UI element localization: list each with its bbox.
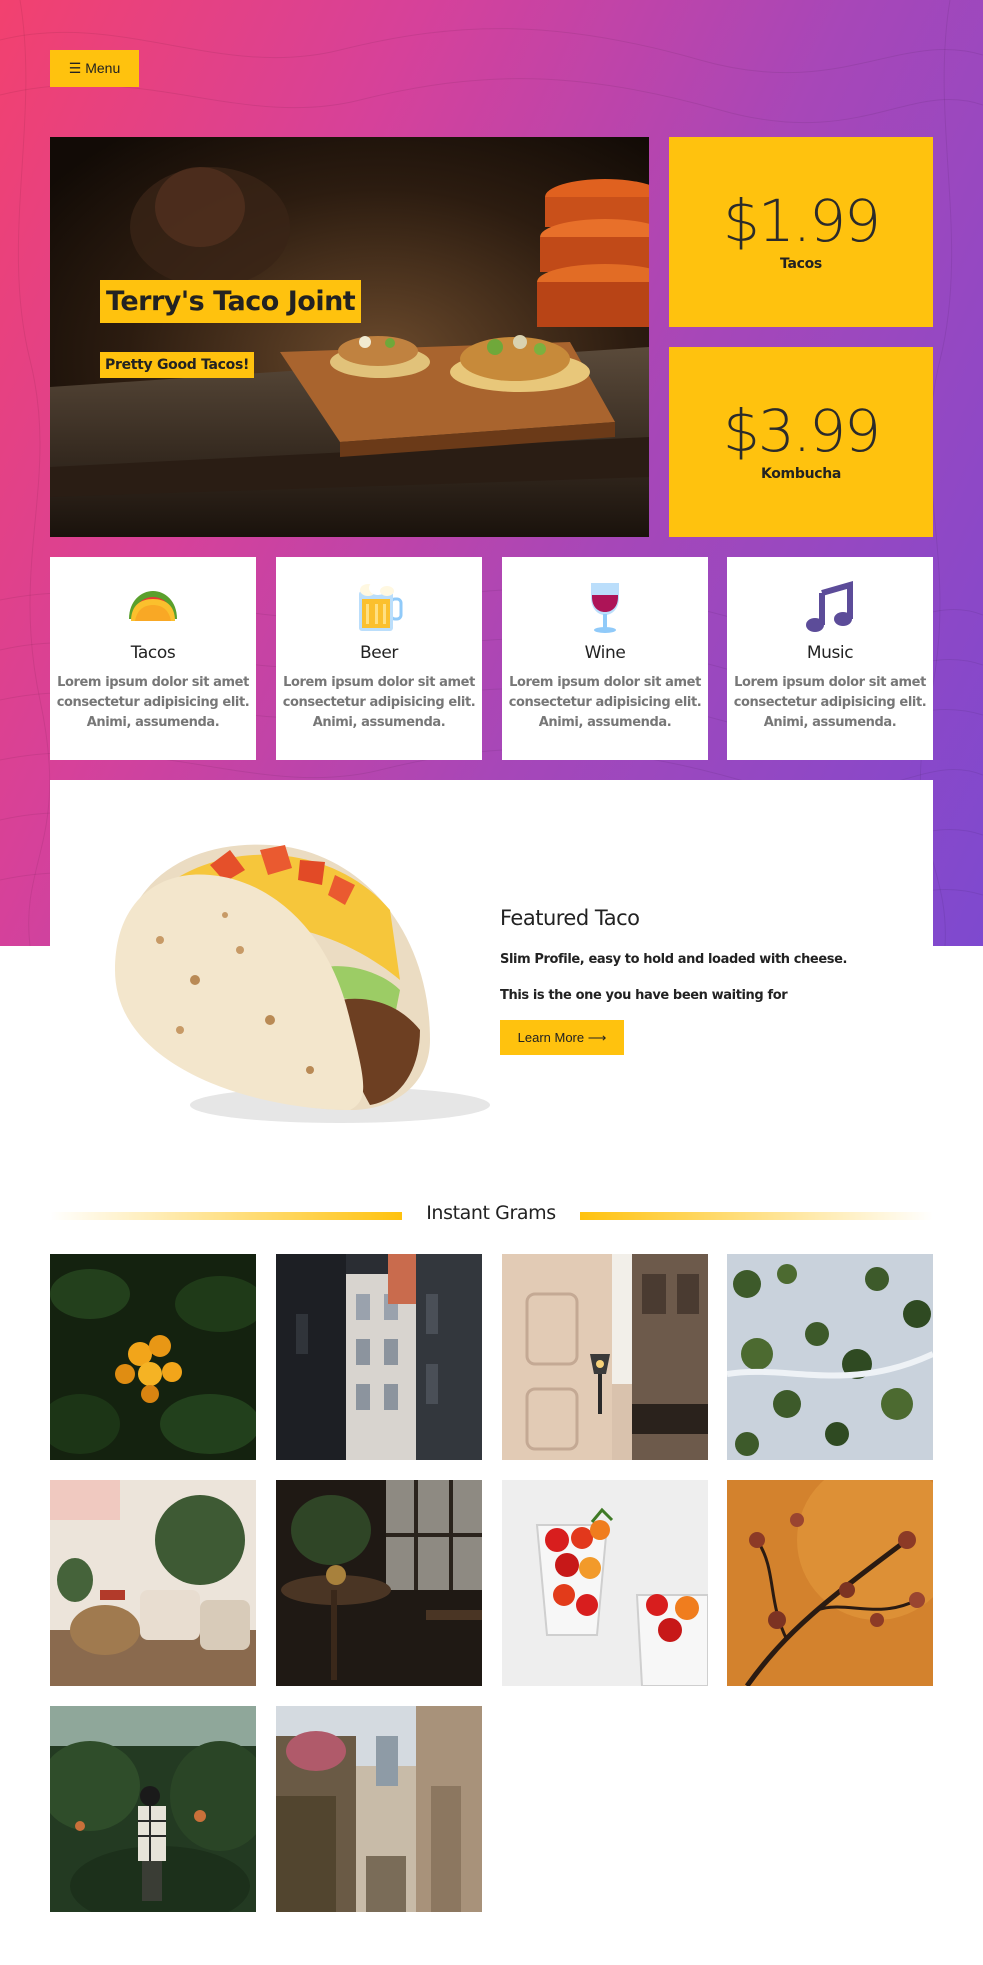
featured-description: Slim Profile, easy to hold and loaded wi… (500, 952, 848, 967)
man-in-garden-photo (50, 1706, 256, 1912)
gallery-photo[interactable] (727, 1254, 933, 1460)
price-amount: $3.99 (722, 397, 881, 465)
yellow-flowers-photo (50, 1254, 256, 1460)
living-room-photo (50, 1480, 256, 1686)
gallery-photo[interactable] (502, 1480, 708, 1686)
taco-restaurant-photo (50, 137, 649, 537)
section-title: Instant Grams (426, 1202, 556, 1224)
gallery-photo[interactable] (276, 1254, 482, 1460)
feature-card-music: Music Lorem ipsum dolor sit amet consect… (727, 557, 933, 760)
feature-description: Lorem ipsum dolor sit amet consectetur a… (733, 675, 927, 730)
gallery-photo[interactable] (502, 1254, 708, 1460)
divider-right (580, 1212, 933, 1220)
feature-card-beer: Beer Lorem ipsum dolor sit amet consecte… (276, 557, 482, 760)
menu-label: ☰ Menu (68, 60, 121, 76)
narrow-street-photo (276, 1254, 482, 1460)
feature-title: Tacos (130, 643, 176, 663)
hero-banner: Terry's Taco Joint Pretty Good Tacos! (50, 137, 649, 537)
feature-card-tacos: Tacos Lorem ipsum dolor sit amet consect… (50, 557, 256, 760)
learn-more-button[interactable]: Learn More ⟶ (500, 1020, 624, 1055)
feature-description: Lorem ipsum dolor sit amet consectetur a… (508, 675, 702, 730)
gallery-photo[interactable] (50, 1254, 256, 1460)
blossom-branch-photo (727, 1480, 933, 1686)
price-card-tacos: $1.99 Tacos (669, 137, 933, 327)
featured-tagline: This is the one you have been waiting fo… (500, 988, 788, 1003)
old-alley-photo (276, 1706, 482, 1912)
gallery-photo[interactable] (276, 1480, 482, 1686)
gallery-photo[interactable] (727, 1480, 933, 1686)
gallery-photo[interactable] (50, 1706, 256, 1912)
feature-title: Wine (584, 643, 626, 663)
feature-title: Music (806, 643, 854, 663)
featured-title: Featured Taco (500, 906, 640, 930)
building-lamp-photo (502, 1254, 708, 1460)
divider-left (50, 1212, 402, 1220)
featured-taco-section: Featured Taco Slim Profile, easy to hold… (50, 780, 933, 1150)
beer-mug-icon (359, 581, 403, 631)
feature-card-wine: Wine Lorem ipsum dolor sit amet consecte… (502, 557, 708, 760)
price-card-kombucha: $3.99 Kombucha (669, 347, 933, 537)
taco-icon (129, 591, 177, 621)
music-note-icon (806, 581, 853, 632)
cafe-interior-photo (276, 1480, 482, 1686)
tomato-glasses-photo (502, 1480, 708, 1686)
hero-subtitle: Pretty Good Tacos! (100, 352, 255, 378)
feature-description: Lorem ipsum dolor sit amet consectetur a… (282, 675, 476, 730)
menu-button[interactable]: ☰ Menu (50, 50, 139, 87)
feature-description: Lorem ipsum dolor sit amet consectetur a… (56, 675, 250, 730)
price-label: Tacos (780, 256, 822, 272)
feature-title: Beer (360, 643, 398, 663)
gallery-photo[interactable] (276, 1706, 482, 1912)
featured-taco-photo (115, 844, 490, 1123)
gallery-photo[interactable] (50, 1480, 256, 1686)
instant-grams-header: Instant Grams (50, 1198, 933, 1232)
hero-title: Terry's Taco Joint (100, 280, 362, 323)
wine-glass-icon (591, 583, 619, 633)
price-amount: $1.99 (722, 187, 881, 255)
snowy-forest-aerial-photo (727, 1254, 933, 1460)
price-label: Kombucha (760, 466, 842, 482)
